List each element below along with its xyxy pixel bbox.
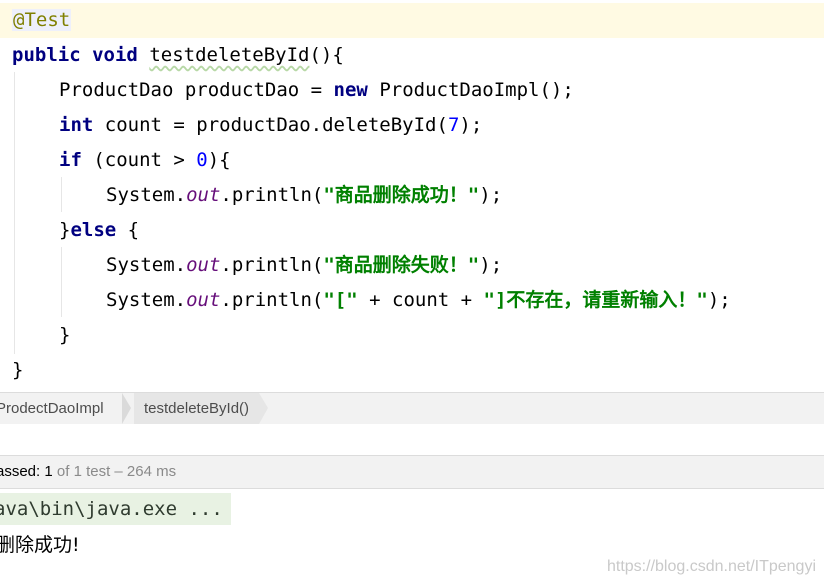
brace-close: } [12, 359, 24, 381]
code-line[interactable]: System.out.println("[" + count + "]不存在，请… [0, 283, 824, 318]
code-line[interactable]: int count = productDao.deleteById(7); [0, 108, 824, 143]
concat-text: + count + [357, 289, 484, 311]
field-out: out [186, 184, 221, 206]
breadcrumb-method[interactable]: testdeleteById() [134, 393, 269, 424]
brace-close: } [59, 219, 71, 241]
string-literal: "商品删除失败！" [323, 254, 480, 276]
println-text: .println( [220, 254, 324, 276]
system-text: System. [106, 184, 187, 206]
keyword-int: int [59, 114, 94, 136]
system-text: System. [106, 289, 187, 311]
test-status-bar: assed: 1 of 1 test – 264 ms [0, 456, 824, 489]
code-line[interactable]: } [0, 353, 824, 388]
console-output-line: 删除成功! [0, 534, 80, 556]
condition-close: ){ [207, 149, 231, 171]
code-line[interactable]: System.out.println("商品删除成功！"); [0, 178, 824, 213]
field-out: out [186, 254, 221, 276]
string-literal: "[" [323, 289, 358, 311]
call-close: ); [479, 254, 503, 276]
tests-summary: of 1 test – 264 ms [52, 463, 177, 480]
call-close: ); [479, 184, 503, 206]
keyword-new: new [333, 79, 368, 101]
code-editor[interactable]: @Test public void testdeleteById(){ Prod… [0, 0, 824, 392]
code-line[interactable]: @Test [0, 3, 824, 38]
annotation-test: @Test [12, 9, 72, 31]
println-text: .println( [220, 184, 324, 206]
breadcrumb-class[interactable]: ProdectDaoImpl [0, 393, 110, 424]
field-out: out [186, 289, 221, 311]
string-literal: "]不存在，请重新输入！" [483, 289, 708, 311]
keyword-else: else [70, 219, 117, 241]
call-close: ); [707, 289, 731, 311]
method-name: testdeleteById [149, 44, 310, 66]
condition-text: (count > [81, 149, 197, 171]
brace-open: { [116, 219, 140, 241]
number-literal: 0 [196, 149, 208, 171]
system-text: System. [106, 254, 187, 276]
code-line[interactable]: public void testdeleteById(){ [0, 38, 824, 73]
console-command-line[interactable]: ava\bin\java.exe ... [0, 493, 231, 525]
keyword-void: void [92, 44, 138, 66]
keyword-if: if [59, 149, 82, 171]
constructor-text: ProductDaoImpl(); [367, 79, 574, 101]
assignment-text: count = productDao.deleteById( [93, 114, 448, 136]
string-literal: "商品删除成功！" [323, 184, 480, 206]
breadcrumb: ProdectDaoImpl testdeleteById() [0, 392, 824, 425]
code-line[interactable]: }else { [0, 213, 824, 248]
number-literal: 7 [447, 114, 460, 136]
declaration-text: ProductDao productDao = [59, 79, 334, 101]
code-line[interactable]: ProductDao productDao = new ProductDaoIm… [0, 73, 824, 108]
watermark: https://blog.csdn.net/ITpengyi [606, 558, 816, 575]
breadcrumb-separator-icon [122, 393, 131, 424]
code-line[interactable]: } [0, 318, 824, 353]
code-line[interactable]: if (count > 0){ [0, 143, 824, 178]
println-text: .println( [220, 289, 324, 311]
brace-close: } [59, 324, 71, 346]
run-console[interactable]: ava\bin\java.exe ... 删除成功! https://blog.… [0, 489, 824, 584]
call-close: ); [459, 114, 483, 136]
test-status-text: assed: 1 of 1 test – 264 ms [0, 456, 176, 487]
tests-passed-label: assed: 1 [0, 463, 53, 480]
method-parens: (){ [309, 44, 344, 66]
code-line[interactable]: System.out.println("商品删除失败！"); [0, 248, 824, 283]
keyword-public: public [12, 44, 81, 66]
run-toolbar [0, 424, 824, 456]
